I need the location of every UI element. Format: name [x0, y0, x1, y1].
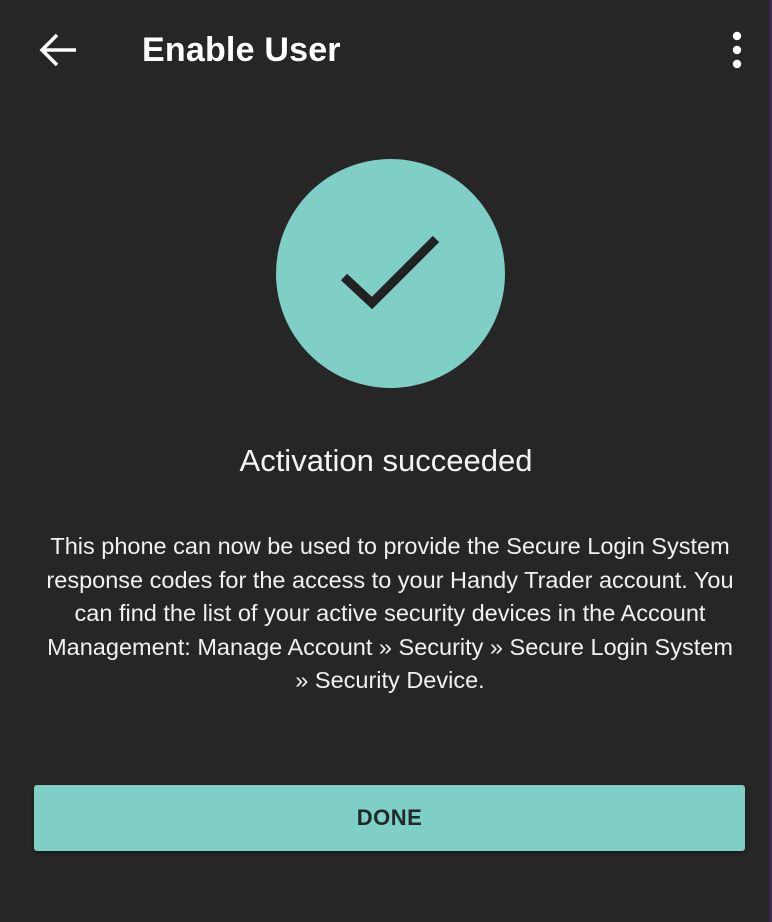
done-button[interactable]: DONE: [34, 785, 745, 851]
done-button-label: DONE: [356, 805, 423, 830]
enable-user-screen: Enable User Activation succeeded This ph…: [0, 0, 772, 922]
overflow-menu-button[interactable]: [712, 22, 762, 78]
back-button[interactable]: [30, 22, 86, 78]
app-bar: Enable User: [0, 0, 769, 100]
more-vertical-icon: [732, 31, 742, 69]
status-message: This phone can now be used to provide th…: [46, 533, 734, 693]
checkmark-icon: [340, 235, 439, 309]
arrow-left-icon: [39, 33, 76, 67]
page-title: Enable User: [142, 31, 341, 69]
success-badge: [276, 159, 505, 388]
status-headline: Activation succeeded: [239, 443, 533, 478]
